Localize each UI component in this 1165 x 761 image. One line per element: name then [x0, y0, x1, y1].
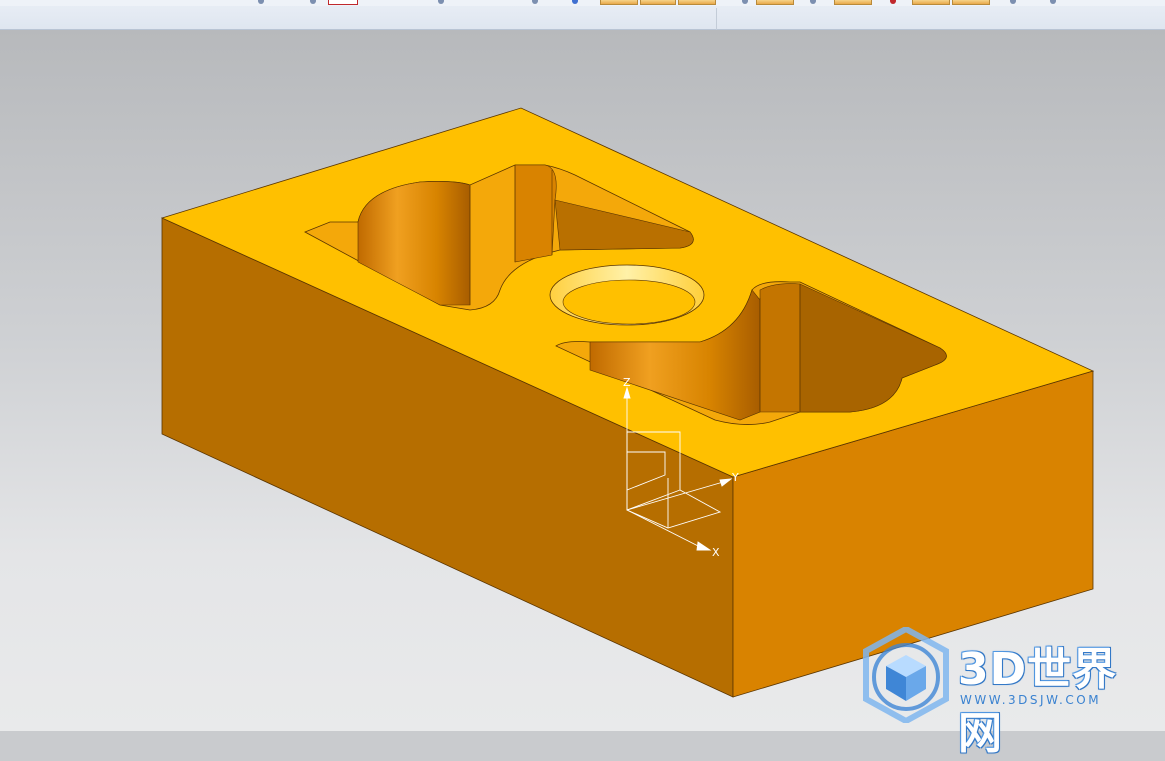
toolbar-button-6[interactable] — [912, 0, 950, 5]
toolbar-button-1[interactable] — [600, 0, 638, 5]
toolbar-button-2[interactable] — [640, 0, 676, 5]
top-toolbar — [0, 0, 1165, 30]
wcs-y-label: Y — [731, 471, 739, 484]
toolbar-button-5[interactable] — [834, 0, 872, 5]
center-bore[interactable] — [549, 264, 705, 326]
wcs-x-label: X — [712, 546, 720, 559]
graphics-viewport[interactable]: Z X Y 3D世界网 WWW.3DSJW.COM — [0, 30, 1165, 759]
watermark-url: WWW.3DSJW.COM — [960, 693, 1102, 707]
toolbar-button-4[interactable] — [756, 0, 794, 5]
color-swatch-icon[interactable] — [328, 0, 358, 5]
toolbar-icon-strip — [0, 0, 1165, 6]
cube-logo-icon — [863, 627, 949, 723]
site-watermark: 3D世界网 WWW.3DSJW.COM — [862, 627, 1162, 759]
model-scene[interactable]: Z X Y — [0, 30, 1165, 731]
toolbar-button-3[interactable] — [678, 0, 716, 5]
toolbar-button-7[interactable] — [952, 0, 990, 5]
toolbar-divider — [716, 8, 717, 30]
wcs-z-label: Z — [623, 376, 631, 389]
